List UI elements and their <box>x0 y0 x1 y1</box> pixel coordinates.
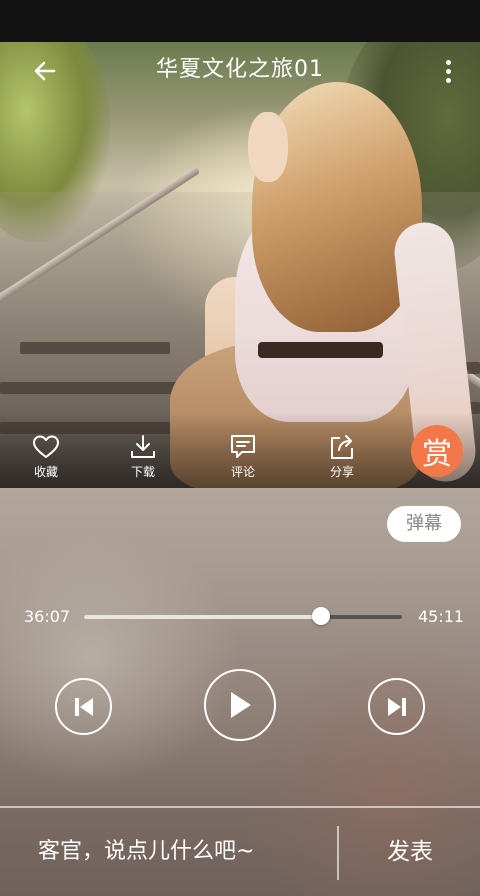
progress-fill <box>84 615 321 619</box>
comment-input[interactable]: 客官，说点儿什么吧~ <box>38 836 254 868</box>
comment-label: 评论 <box>230 465 255 479</box>
reward-button[interactable]: 赏 <box>411 425 463 477</box>
top-bar: 华夏文化之旅01 <box>0 42 480 98</box>
comment-icon <box>231 435 255 458</box>
comment-button[interactable]: 评论 <box>213 432 273 488</box>
share-button[interactable]: 分享 <box>312 432 372 488</box>
favorite-button[interactable]: 收藏 <box>16 432 76 488</box>
more-button[interactable] <box>438 54 458 88</box>
divider <box>337 826 339 880</box>
share-icon <box>331 435 353 459</box>
cover-image <box>0 42 480 488</box>
next-button[interactable] <box>368 678 425 735</box>
status-bar <box>0 0 480 42</box>
page-title: 华夏文化之旅01 <box>156 57 324 82</box>
current-time: 36:07 <box>24 607 71 626</box>
danmu-button[interactable]: 弹幕 <box>387 506 461 542</box>
play-button[interactable] <box>204 669 276 741</box>
send-button[interactable]: 发表 <box>340 808 480 896</box>
skip-next-icon <box>387 697 406 716</box>
more-vertical-icon <box>445 59 451 65</box>
previous-button[interactable] <box>55 678 112 735</box>
download-label: 下载 <box>130 465 155 479</box>
play-icon <box>231 692 251 718</box>
skip-previous-icon <box>74 697 93 716</box>
progress-thumb[interactable] <box>312 607 330 625</box>
share-label: 分享 <box>329 465 354 479</box>
download-icon <box>131 435 155 458</box>
heart-icon <box>33 435 59 458</box>
action-row: 收藏 下载 评论 分享 <box>0 432 480 488</box>
comment-bar: 客官，说点儿什么吧~ 发表 <box>0 808 480 896</box>
favorite-label: 收藏 <box>33 465 58 479</box>
total-time: 45:11 <box>418 607 465 626</box>
download-button[interactable]: 下载 <box>113 432 173 488</box>
